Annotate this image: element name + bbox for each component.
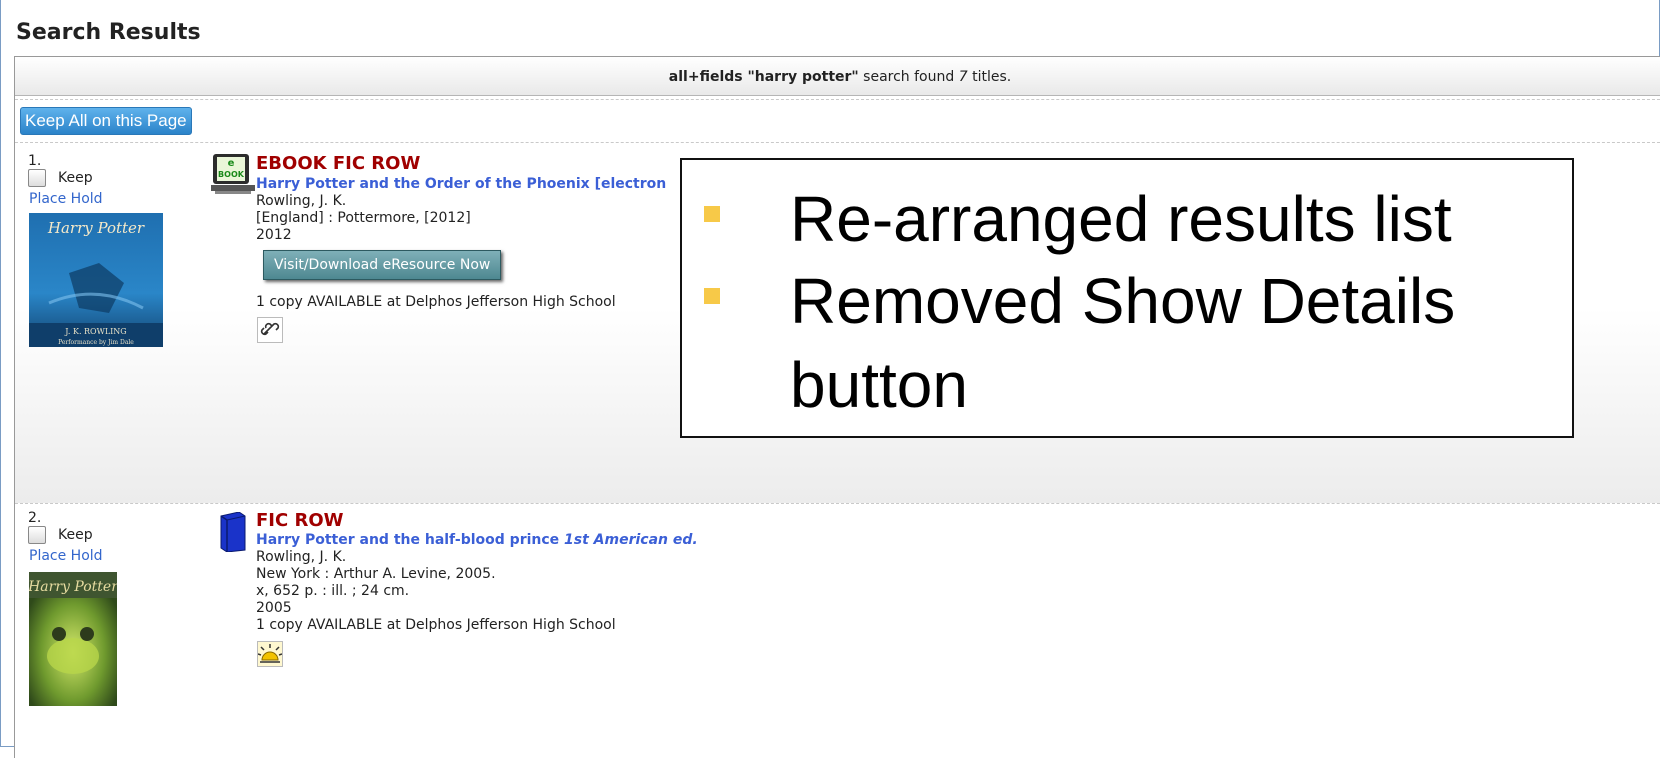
cover-image[interactable]: Harry Potter	[29, 572, 117, 706]
callout-line-3: button	[790, 349, 968, 421]
cover-title-text: Harry Potter	[47, 219, 145, 237]
keep-all-button[interactable]: Keep All on this Page	[20, 107, 192, 135]
summary-count: 7	[958, 69, 968, 85]
year: 2005	[256, 600, 292, 616]
physical-description: x, 652 p. : ill. ; 24 cm.	[256, 583, 410, 599]
cover-title-text: Harry Potter	[29, 579, 117, 595]
call-number: EBOOK FIC ROW	[256, 153, 421, 174]
ebook-computer-icon: e BOOK	[211, 153, 255, 199]
keep-checkbox[interactable]	[28, 526, 46, 544]
place-hold-link[interactable]: Place Hold	[29, 548, 103, 564]
author: Rowling, J. K.	[256, 193, 347, 209]
keep-checkbox-row[interactable]: Keep	[28, 526, 93, 544]
summary-query: all+fields "harry potter"	[668, 69, 859, 85]
svg-text:BOOK: BOOK	[218, 170, 245, 179]
keep-checkbox-row[interactable]: Keep	[28, 169, 93, 187]
publisher: New York : Arthur A. Levine, 2005.	[256, 566, 496, 582]
visit-download-button[interactable]: Visit/Download eResource Now	[263, 250, 502, 280]
svg-text:e: e	[228, 158, 235, 169]
place-hold-link[interactable]: Place Hold	[29, 191, 103, 207]
cover-narrator-text: Performance by Jim Dale	[58, 339, 134, 346]
result-number: 1.	[28, 153, 42, 169]
keep-label: Keep	[58, 170, 93, 186]
page-title: Search Results	[16, 20, 201, 45]
edition: 1st American ed.	[564, 532, 698, 548]
result-title-link[interactable]: Harry Potter and the Order of the Phoeni…	[256, 176, 666, 192]
sun-icon[interactable]	[257, 641, 283, 667]
year: 2012	[256, 227, 292, 243]
bullet-icon	[704, 206, 720, 222]
callout-line-2: Removed Show Details	[790, 265, 1456, 337]
keep-all-bar: Keep All on this Page	[15, 100, 1660, 143]
annotation-callout: Re-arranged results list Removed Show De…	[680, 158, 1574, 438]
link-icon[interactable]	[257, 317, 283, 343]
availability: 1 copy AVAILABLE at Delphos Jefferson Hi…	[256, 617, 616, 633]
keep-label: Keep	[58, 527, 93, 543]
search-summary: all+fields "harry potter" search found 7…	[15, 57, 1660, 96]
result-item-2: 2. Keep Place Hold Harry Potter FIC ROW …	[15, 504, 1660, 764]
keep-checkbox[interactable]	[28, 169, 46, 187]
author: Rowling, J. K.	[256, 549, 347, 565]
bullet-icon	[704, 288, 720, 304]
result-title-text: Harry Potter and the half-blood prince	[256, 532, 560, 548]
publisher: [England] : Pottermore, [2012]	[256, 210, 471, 226]
cover-author-text: J. K. ROWLING	[64, 327, 126, 336]
call-number: FIC ROW	[256, 510, 344, 531]
cover-image[interactable]: Harry Potter J. K. ROWLING Performance b…	[29, 213, 163, 347]
result-title-link[interactable]: Harry Potter and the half-blood prince 1…	[256, 532, 698, 548]
callout-line-1: Re-arranged results list	[790, 183, 1452, 255]
book-icon	[219, 511, 247, 556]
summary-suffix: titles.	[967, 69, 1012, 85]
summary-middle: search found	[858, 69, 959, 85]
availability: 1 copy AVAILABLE at Delphos Jefferson Hi…	[256, 294, 616, 310]
result-number: 2.	[28, 510, 42, 526]
